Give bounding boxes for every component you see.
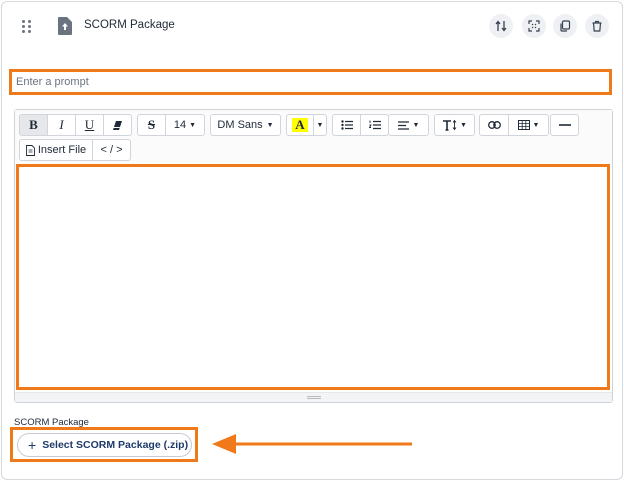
select-scorm-package-button[interactable]: + Select SCORM Package (.zip)	[17, 433, 192, 457]
insert-file-button[interactable]: Insert File	[19, 139, 93, 161]
bullet-list-button[interactable]	[332, 114, 361, 136]
strikethrough-button[interactable]: S	[137, 114, 166, 136]
numbered-list-button[interactable]	[360, 114, 389, 136]
delete-button[interactable]	[585, 14, 609, 38]
link-button[interactable]	[479, 114, 509, 136]
trash-icon	[592, 20, 602, 32]
table-select[interactable]: ▼	[508, 114, 549, 136]
caret-down-icon: ▼	[189, 121, 197, 129]
block-title: SCORM Package	[84, 19, 175, 31]
horizontal-rule-button[interactable]	[550, 114, 579, 136]
file-icon	[25, 144, 35, 156]
file-upload-icon	[58, 17, 72, 35]
select-scorm-package-label: Select SCORM Package (.zip)	[42, 439, 189, 451]
line-height-select[interactable]: ▼	[434, 114, 475, 136]
bold-button[interactable]: B	[19, 114, 48, 136]
expand-button[interactable]	[522, 14, 546, 38]
editor-toolbar: B I U S 14 ▼ DM Sans ▼ A ▼ ▼ ▼ ▼ Insert …	[15, 110, 612, 162]
editor-content-area[interactable]	[16, 164, 610, 390]
annotation-arrow-icon	[212, 434, 412, 454]
horizontal-rule-icon	[558, 124, 571, 126]
caret-down-icon: ▼	[412, 121, 420, 129]
duplicate-icon	[560, 20, 571, 32]
scorm-block: SCORM Package B I U S	[1, 1, 623, 480]
text-color-button[interactable]: A	[286, 114, 314, 136]
bullet-list-icon	[340, 120, 353, 130]
align-left-icon	[397, 120, 409, 130]
expand-icon	[528, 20, 540, 32]
font-family-value: DM Sans	[217, 119, 263, 131]
caret-down-icon: ▼	[316, 121, 324, 129]
rich-text-editor: B I U S 14 ▼ DM Sans ▼ A ▼ ▼ ▼ ▼ Insert …	[14, 109, 613, 403]
prompt-field-highlight	[9, 69, 612, 95]
text-height-icon	[443, 119, 457, 131]
editor-resize-handle[interactable]	[15, 392, 612, 402]
caret-down-icon: ▼	[266, 121, 274, 129]
underline-button[interactable]: U	[75, 114, 104, 136]
table-icon	[517, 120, 530, 130]
link-icon	[487, 121, 501, 129]
swap-icon	[495, 20, 507, 32]
italic-button[interactable]: I	[47, 114, 76, 136]
upload-button-highlight: + Select SCORM Package (.zip)	[10, 427, 198, 462]
text-color-dropdown[interactable]: ▼	[313, 114, 327, 136]
align-select[interactable]: ▼	[388, 114, 429, 136]
caret-down-icon: ▼	[532, 121, 540, 129]
font-size-value: 14	[173, 119, 187, 131]
clear-format-button[interactable]	[103, 114, 132, 136]
insert-file-label: Insert File	[37, 144, 87, 156]
text-color-icon: A	[292, 118, 308, 132]
plus-icon: +	[28, 437, 37, 453]
code-view-button[interactable]: < / >	[92, 139, 131, 161]
duplicate-button[interactable]	[553, 14, 577, 38]
prompt-input[interactable]	[14, 74, 604, 90]
swap-button[interactable]	[489, 14, 513, 38]
drag-handle-icon[interactable]	[21, 19, 33, 35]
numbered-list-icon	[368, 120, 381, 130]
font-family-select[interactable]: DM Sans ▼	[210, 114, 281, 136]
eraser-icon	[113, 120, 122, 130]
font-size-select[interactable]: 14 ▼	[165, 114, 205, 136]
caret-down-icon: ▼	[460, 121, 467, 129]
